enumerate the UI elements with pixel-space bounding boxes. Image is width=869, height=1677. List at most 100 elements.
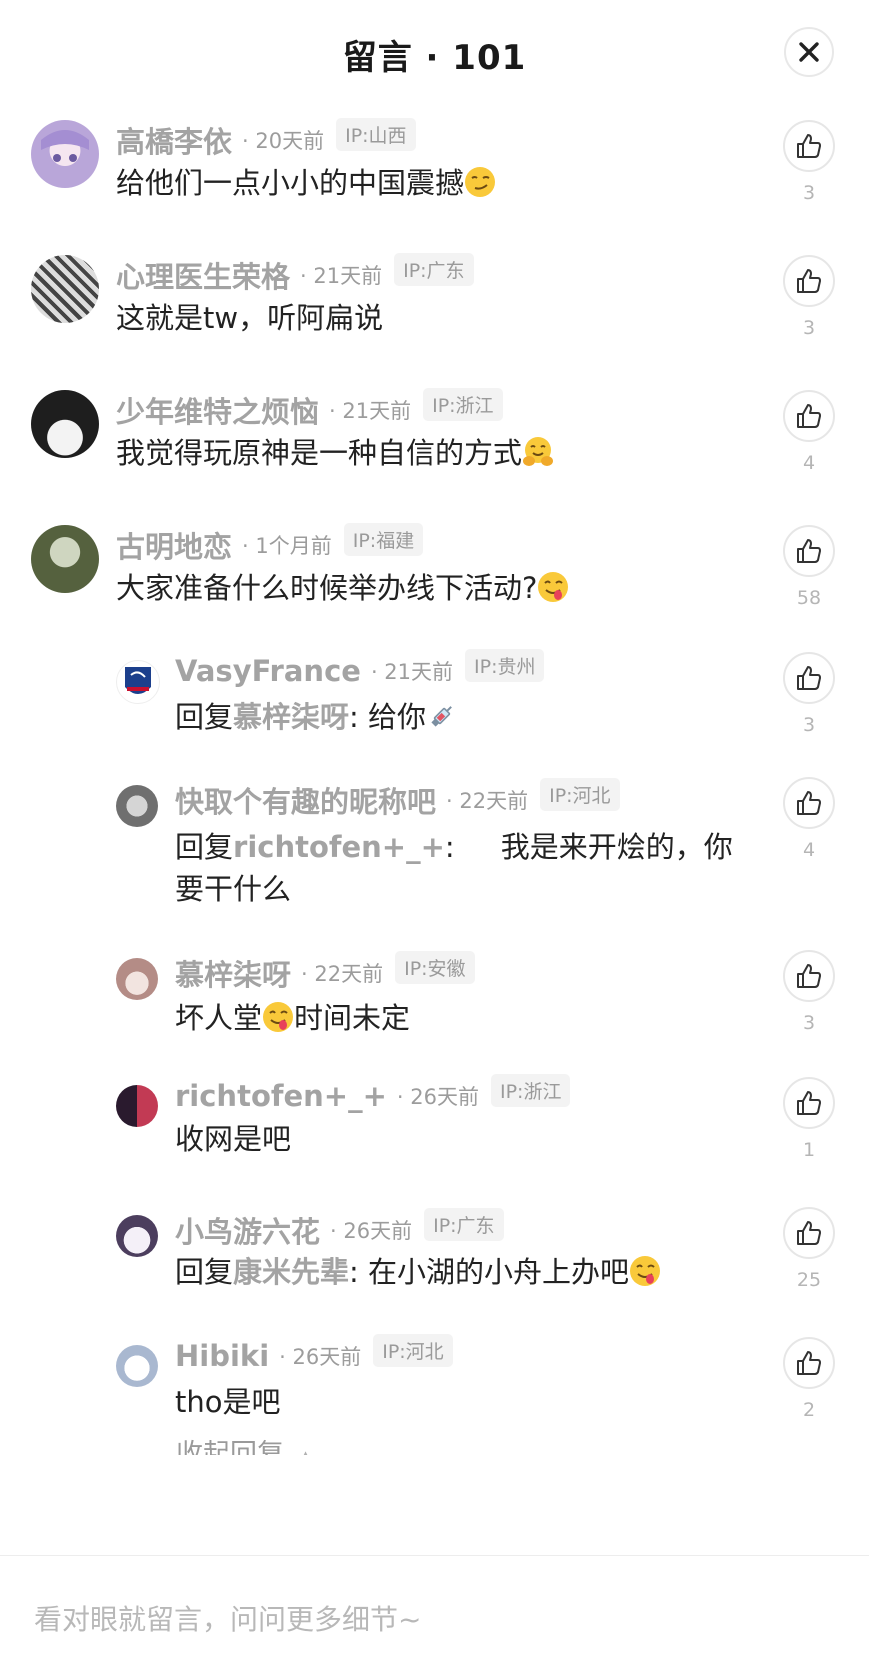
like-button[interactable]	[783, 1077, 835, 1129]
avatar[interactable]	[116, 785, 158, 827]
comment-author[interactable]: 心理医生荣格	[116, 254, 290, 296]
like-button[interactable]	[783, 652, 835, 704]
comment-author[interactable]: 高橋李依	[116, 119, 232, 161]
chevron-up-icon: ▲	[299, 1447, 313, 1455]
like-group: 3	[783, 652, 835, 736]
ip-badge: IP:浙江	[490, 1073, 571, 1107]
like-group: 2	[783, 1337, 835, 1421]
reply-author[interactable]: richtofen+_+	[175, 1079, 387, 1113]
thumbs-up-icon	[797, 666, 821, 690]
reply-time: · 26天前	[396, 1085, 479, 1109]
reply-text: 回复richtofen+_+: 我是来开烩的，你要干什么	[175, 826, 745, 910]
ip-badge: IP:山西	[336, 117, 416, 151]
collapse-replies-link[interactable]: 收起回复 ▲	[176, 1432, 312, 1455]
reply-item: 慕梓柒呀 · 22天前 IP:安徽 坏人堂 时间未定 3	[0, 943, 869, 1070]
like-button[interactable]	[783, 390, 835, 442]
thumbs-up-icon	[797, 404, 821, 428]
like-button[interactable]	[783, 525, 835, 577]
like-count: 4	[802, 452, 816, 474]
thumbs-up-icon	[797, 964, 821, 988]
reply-text: 回复康米先辈: 在小湖的小舟上办吧	[175, 1251, 661, 1293]
like-group: 25	[783, 1207, 835, 1291]
yum-emoji-icon	[538, 572, 569, 602]
avatar[interactable]	[116, 958, 158, 1000]
comment-input[interactable]	[32, 1596, 836, 1643]
like-group: 3	[783, 255, 835, 339]
reply-text: 收网是吧	[175, 1118, 291, 1160]
like-group: 3	[783, 120, 835, 204]
comment-time: · 1个月前	[242, 534, 332, 558]
avatar[interactable]	[116, 1215, 158, 1257]
reply-mention[interactable]: 康米先辈	[233, 1255, 349, 1289]
reply-body-start: 坏人堂	[175, 1001, 263, 1035]
avatar[interactable]	[31, 390, 99, 458]
like-count: 25	[796, 1269, 822, 1291]
like-group: 3	[783, 950, 835, 1034]
comment-list[interactable]: 高橋李依 · 20天前 IP:山西 给他们一点小小的中国震撼 3 心理医生荣格 …	[0, 105, 869, 1555]
close-icon	[799, 42, 819, 62]
like-button[interactable]	[783, 120, 835, 172]
like-button[interactable]	[783, 1207, 835, 1259]
ip-badge: IP:广东	[394, 252, 474, 286]
reply-body: 收网是吧	[175, 1122, 292, 1156]
thumbs-up-icon	[797, 539, 821, 563]
reply-prefix: 回复	[175, 700, 234, 734]
avatar[interactable]	[116, 1345, 158, 1387]
comments-sheet: 留言 · 101 高橋李依 · 20天前 IP:山西 给他们一点小小的中国震撼	[0, 0, 869, 1677]
comment-time: · 20天前	[242, 129, 325, 153]
reply-body: tho是吧	[175, 1385, 281, 1419]
like-count: 3	[802, 714, 816, 736]
ip-badge: IP:广东	[424, 1207, 504, 1241]
thumbs-up-icon	[797, 269, 821, 293]
comment-item: 心理医生荣格 · 21天前 IP:广东 这就是tw，听阿扁说 3	[0, 240, 869, 375]
reply-author[interactable]: 快取个有趣的昵称吧	[175, 779, 436, 821]
like-group: 58	[783, 525, 835, 609]
like-group: 4	[783, 390, 835, 474]
yum-emoji-icon	[263, 1002, 294, 1032]
reply-author[interactable]: VasyFrance	[175, 654, 361, 688]
reply-item: 快取个有趣的昵称吧 · 22天前 IP:河北 回复richtofen+_+: 我…	[0, 770, 869, 943]
like-count: 58	[796, 587, 822, 609]
comment-body: 这就是tw，听阿扁说	[116, 301, 384, 335]
reply-time: · 21天前	[370, 660, 454, 684]
avatar[interactable]	[31, 525, 99, 593]
reply-time: · 22天前	[446, 789, 529, 813]
comment-input-bar	[0, 1555, 869, 1677]
like-group: 4	[783, 777, 835, 861]
like-group: 1	[783, 1077, 835, 1161]
ip-badge: IP:河北	[540, 777, 620, 811]
avatar[interactable]	[31, 120, 99, 188]
collapse-replies-label: 收起回复	[176, 1439, 284, 1455]
ip-badge: IP:贵州	[465, 648, 545, 682]
syringe-emoji-icon	[431, 706, 452, 727]
like-button[interactable]	[783, 1337, 835, 1389]
reply-author[interactable]: Hibiki	[175, 1339, 269, 1373]
like-button[interactable]	[783, 255, 835, 307]
avatar[interactable]	[116, 660, 160, 704]
close-button[interactable]	[784, 27, 834, 77]
comment-text: 大家准备什么时候举办线下活动?	[116, 567, 569, 609]
reply-author[interactable]: 小鸟游六花	[175, 1209, 320, 1251]
like-count: 4	[802, 839, 816, 861]
reply-time: · 22天前	[301, 962, 384, 986]
comment-author[interactable]: 少年维特之烦恼	[116, 389, 319, 431]
ip-badge: IP:安徽	[395, 950, 475, 984]
avatar[interactable]	[31, 255, 99, 323]
like-count: 1	[802, 1139, 816, 1161]
comment-author[interactable]: 古明地恋	[116, 524, 232, 566]
like-button[interactable]	[783, 777, 835, 829]
like-count: 2	[802, 1399, 816, 1421]
reply-mention[interactable]: richtofen+_+	[233, 830, 445, 864]
comment-time: · 21天前	[329, 399, 412, 423]
reply-item: Hibiki · 26天前 IP:河北 tho是吧 2	[0, 1330, 869, 1460]
reply-author[interactable]: 慕梓柒呀	[175, 952, 291, 994]
reply-text: 回复慕梓柒呀: 给你	[175, 696, 458, 738]
avatar[interactable]	[116, 1085, 158, 1127]
like-button[interactable]	[783, 950, 835, 1002]
comment-body: 给他们一点小小的中国震撼	[116, 166, 465, 200]
comment-text: 这就是tw，听阿扁说	[116, 297, 383, 339]
hugging-emoji-icon	[523, 437, 554, 466]
reply-mention[interactable]: 慕梓柒呀	[233, 700, 349, 734]
ip-badge: IP:浙江	[423, 387, 503, 421]
reply-item: richtofen+_+ · 26天前 IP:浙江 收网是吧 1	[0, 1070, 869, 1200]
